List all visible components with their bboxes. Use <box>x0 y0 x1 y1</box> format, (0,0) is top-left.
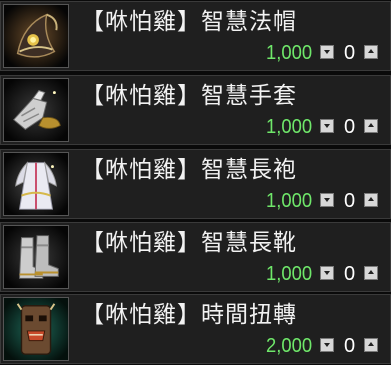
item-name: 【咻怕雞】智慧手套 <box>81 83 297 109</box>
quantity-decrease-button[interactable] <box>320 266 334 280</box>
shop-item-row[interactable]: 【咻怕雞】智慧手套 1,000 0 <box>0 75 391 145</box>
item-name: 【咻怕雞】時間扭轉 <box>81 302 297 328</box>
boots-icon <box>3 225 69 289</box>
item-price: 2,000 <box>265 335 312 357</box>
shop-item-row[interactable]: 【咻怕雞】智慧長靴 1,000 0 <box>0 222 391 292</box>
quantity-decrease-button[interactable] <box>320 45 334 59</box>
item-name: 【咻怕雞】智慧長靴 <box>81 230 297 256</box>
gauntlet-icon <box>3 78 69 142</box>
quantity-increase-button[interactable] <box>364 338 378 352</box>
item-quantity: 0 <box>344 42 356 64</box>
shop-item-row[interactable]: 【咻怕雞】智慧長袍 1,000 0 <box>0 149 391 219</box>
wizard-hat-icon <box>3 4 69 68</box>
item-price: 1,000 <box>265 263 312 285</box>
item-price: 1,000 <box>265 116 312 138</box>
item-quantity: 0 <box>344 116 356 138</box>
quantity-decrease-button[interactable] <box>320 193 334 207</box>
quantity-increase-button[interactable] <box>364 193 378 207</box>
item-name: 【咻怕雞】智慧長袍 <box>81 157 297 183</box>
robe-icon <box>3 152 69 216</box>
totem-mask-icon <box>3 297 69 361</box>
item-quantity: 0 <box>344 190 356 212</box>
item-price: 1,000 <box>265 42 312 64</box>
quantity-increase-button[interactable] <box>364 45 378 59</box>
quantity-increase-button[interactable] <box>364 119 378 133</box>
item-quantity: 0 <box>344 335 356 357</box>
shop-item-list: 【咻怕雞】智慧法帽 1,000 0 【咻怕雞】智慧手套 1,000 0 【咻怕雞… <box>0 0 391 365</box>
quantity-decrease-button[interactable] <box>320 119 334 133</box>
quantity-decrease-button[interactable] <box>320 338 334 352</box>
item-price: 1,000 <box>265 190 312 212</box>
item-name: 【咻怕雞】智慧法帽 <box>81 9 297 35</box>
shop-item-row[interactable]: 【咻怕雞】智慧法帽 1,000 0 <box>0 1 391 71</box>
quantity-increase-button[interactable] <box>364 266 378 280</box>
item-quantity: 0 <box>344 263 356 285</box>
shop-item-row[interactable]: 【咻怕雞】時間扭轉 2,000 0 <box>0 294 391 364</box>
